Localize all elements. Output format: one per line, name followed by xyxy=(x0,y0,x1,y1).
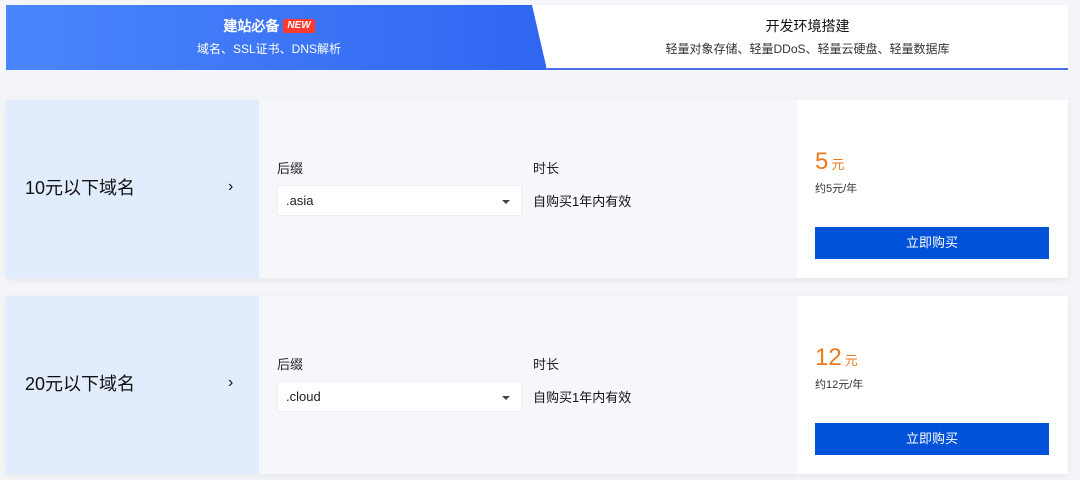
product-options: 后缀 .asia 时长 自购买1年内有效 xyxy=(259,100,797,278)
suffix-select[interactable]: .asia xyxy=(277,185,522,216)
tab-title: 建站必备 xyxy=(223,18,280,34)
price-panel: 5元 约5元/年 立即购买 xyxy=(797,100,1068,278)
price-unit: 元 xyxy=(844,353,858,368)
price-note: 约5元/年 xyxy=(815,183,858,195)
tab-subtitle: 轻量对象存储、轻量DDoS、轻量云硬盘、轻量数据库 xyxy=(665,42,950,56)
suffix-label: 后缀 xyxy=(277,357,304,372)
price-amount: 12 xyxy=(815,344,842,371)
tab-title: 开发环境搭建 xyxy=(765,18,850,34)
tab-dev-environment[interactable]: 开发环境搭建 轻量对象存储、轻量DDoS、轻量云硬盘、轻量数据库 xyxy=(547,5,1068,70)
product-card: 10元以下域名 › 后缀 .asia 时长 自购买1年内有效 5元 约5元/年 … xyxy=(6,100,1068,278)
new-badge: NEW xyxy=(283,19,315,33)
suffix-select[interactable]: .cloud xyxy=(277,381,522,412)
price-panel: 12 元 约12元/年 立即购买 xyxy=(797,296,1068,474)
product-options: 后缀 .cloud 时长 自购买1年内有效 xyxy=(259,296,797,474)
caret-down-icon xyxy=(502,396,510,400)
buy-now-button[interactable]: 立即购买 xyxy=(815,423,1049,455)
duration-label: 时长 xyxy=(533,357,560,372)
product-name: 10元以下域名 xyxy=(25,178,136,198)
chevron-right-icon: › xyxy=(228,374,234,391)
product-name: 20元以下域名 xyxy=(25,374,136,394)
chevron-right-icon: › xyxy=(228,178,234,195)
duration-label: 时长 xyxy=(533,161,560,176)
caret-down-icon xyxy=(502,200,510,204)
price-unit: 元 xyxy=(831,157,845,172)
product-category[interactable]: 10元以下域名 › xyxy=(6,100,259,278)
tab-subtitle: 域名、SSL证书、DNS解析 xyxy=(196,42,342,56)
suffix-label: 后缀 xyxy=(277,161,304,176)
product-category[interactable]: 20元以下域名 › xyxy=(6,296,259,474)
suffix-value: .asia xyxy=(286,193,314,208)
duration-value: 自购买1年内有效 xyxy=(533,194,632,209)
buy-now-button[interactable]: 立即购买 xyxy=(815,227,1049,259)
price: 5元 xyxy=(815,148,844,179)
price-amount: 5 xyxy=(815,148,829,175)
suffix-value: .cloud xyxy=(286,389,321,404)
tab-bar: 建站必备 NEW 域名、SSL证书、DNS解析 开发环境搭建 轻量对象存储、轻量… xyxy=(6,5,1068,70)
price: 12 元 xyxy=(815,344,858,375)
tab-website-essentials[interactable]: 建站必备 NEW 域名、SSL证书、DNS解析 xyxy=(6,5,547,70)
price-note: 约12元/年 xyxy=(815,379,864,391)
duration-value: 自购买1年内有效 xyxy=(533,390,632,405)
product-card: 20元以下域名 › 后缀 .cloud 时长 自购买1年内有效 12 元 约12元… xyxy=(6,296,1068,474)
